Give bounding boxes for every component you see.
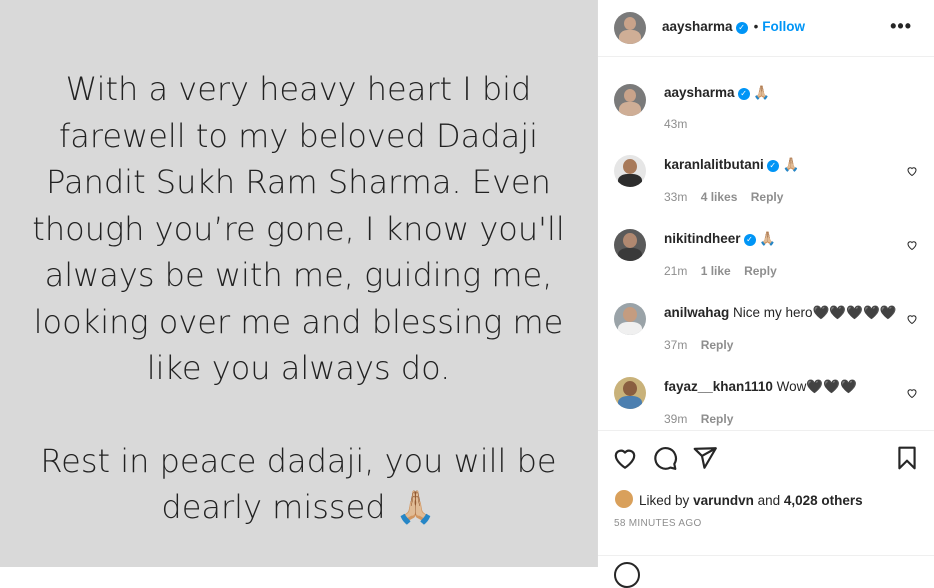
avatar[interactable] — [614, 229, 646, 261]
more-options-icon[interactable]: ••• — [890, 16, 912, 37]
like-comment-heart-icon[interactable] — [906, 313, 918, 325]
liked-by-prefix: Liked by — [639, 493, 690, 508]
comment-meta: 43m — [664, 117, 697, 131]
comment-body: karanlalitbutani ✓ 🙏🏼 — [664, 157, 799, 173]
comment-body: aaysharma ✓ 🙏🏼 — [664, 85, 770, 101]
post-timestamp[interactable]: 58 MINUTES AGO — [614, 518, 702, 529]
caption-line: dearly missed 🙏🏼 — [161, 488, 436, 526]
caption-line: always be with me, guiding me, — [44, 256, 553, 294]
follow-button[interactable]: Follow — [762, 19, 805, 34]
post-header: aaysharma ✓ • Follow ••• — [598, 0, 934, 57]
comment-input-divider — [598, 555, 934, 556]
comment-meta: 33m 4 likes Reply — [664, 190, 793, 204]
verified-badge-icon: ✓ — [766, 160, 779, 172]
comment-time: 33m — [664, 190, 688, 204]
comment-text: Wow🖤🖤🖤 — [776, 379, 857, 394]
action-bar: Liked by varundvn and 4,028 others 58 MI… — [598, 430, 934, 588]
comment-icon[interactable] — [652, 445, 678, 471]
caption-line: like you always do. — [146, 349, 451, 387]
avatar[interactable] — [614, 377, 646, 409]
liker-avatar — [614, 489, 634, 509]
caption-gap — [0, 392, 597, 438]
caption-line: though you’re gone, I know you'll — [32, 209, 565, 248]
caption-line: Rest in peace dadaji, you will be — [40, 441, 557, 480]
username-link[interactable]: nikitindheer — [664, 231, 741, 246]
username-link[interactable]: aaysharma — [664, 85, 735, 100]
likes-count-link[interactable]: 4,028 others — [784, 493, 863, 508]
caption-line: farewell to my beloved Dadaji — [59, 116, 538, 155]
separator-dot: • — [753, 19, 759, 34]
username-link[interactable]: fayaz__khan1110 — [664, 379, 773, 394]
username-link[interactable]: anilwahag — [664, 305, 729, 320]
like-comment-heart-icon[interactable] — [906, 165, 918, 177]
comment-likes[interactable]: 4 likes — [701, 190, 738, 204]
reply-button[interactable]: Reply — [701, 412, 734, 426]
liked-by-middle: and — [757, 493, 781, 508]
comment-meta: 21m 1 like Reply — [664, 264, 787, 278]
comment-time: 43m — [664, 117, 688, 131]
bookmark-icon[interactable] — [894, 445, 920, 471]
heart-icon[interactable] — [612, 445, 638, 471]
caption-line: With a very heavy heart I bid — [65, 70, 532, 108]
comment-text: 🙏🏼 — [753, 85, 771, 100]
avatar[interactable] — [614, 12, 646, 44]
comment-time: 21m — [664, 264, 688, 278]
comment-likes[interactable]: 1 like — [701, 264, 731, 278]
verified-badge-icon: ✓ — [737, 88, 750, 100]
liker-username-link[interactable]: varundvn — [693, 493, 754, 508]
comment-body: nikitindheer ✓ 🙏🏼 — [664, 231, 776, 247]
reply-button[interactable]: Reply — [744, 264, 777, 278]
comment-meta: 37m Reply — [664, 338, 743, 352]
reply-button[interactable]: Reply — [701, 338, 734, 352]
verified-badge-icon: ✓ — [743, 234, 756, 246]
avatar[interactable] — [614, 84, 646, 116]
comment-meta: 39m Reply — [664, 412, 743, 426]
like-comment-heart-icon[interactable] — [906, 387, 918, 399]
comment-text: Nice my hero🖤🖤🖤🖤🖤 — [733, 305, 897, 320]
share-icon[interactable] — [692, 445, 718, 471]
header-user: aaysharma ✓ • Follow — [662, 19, 805, 34]
comment-text: 🙏🏼 — [782, 157, 800, 172]
liked-by: Liked by varundvn and 4,028 others — [614, 489, 863, 509]
caption-line: looking over me and blessing me — [33, 302, 564, 341]
comment-body: anilwahag Nice my hero🖤🖤🖤🖤🖤 — [664, 305, 897, 321]
comment-time: 39m — [664, 412, 688, 426]
post-image[interactable]: With a very heavy heart I bid farewell t… — [0, 0, 597, 567]
comment-time: 37m — [664, 338, 688, 352]
like-comment-heart-icon[interactable] — [906, 239, 918, 251]
reply-button[interactable]: Reply — [751, 190, 784, 204]
emoji-icon[interactable] — [614, 562, 640, 588]
avatar[interactable] — [614, 303, 646, 335]
comment-body: fayaz__khan1110 Wow🖤🖤🖤 — [664, 379, 857, 395]
post-side-panel: aaysharma ✓ • Follow ••• aaysharma ✓ 🙏🏼 43m … — [598, 0, 934, 588]
username-link[interactable]: karanlalitbutani — [664, 157, 764, 172]
username-link[interactable]: aaysharma — [662, 19, 733, 34]
avatar[interactable] — [614, 155, 646, 187]
verified-badge-icon: ✓ — [735, 22, 748, 34]
caption-line: Pandit Sukh Ram Sharma. Even — [46, 163, 551, 201]
comment-text: 🙏🏼 — [759, 231, 777, 246]
post-caption-text: With a very heavy heart I bid farewell t… — [0, 66, 597, 531]
